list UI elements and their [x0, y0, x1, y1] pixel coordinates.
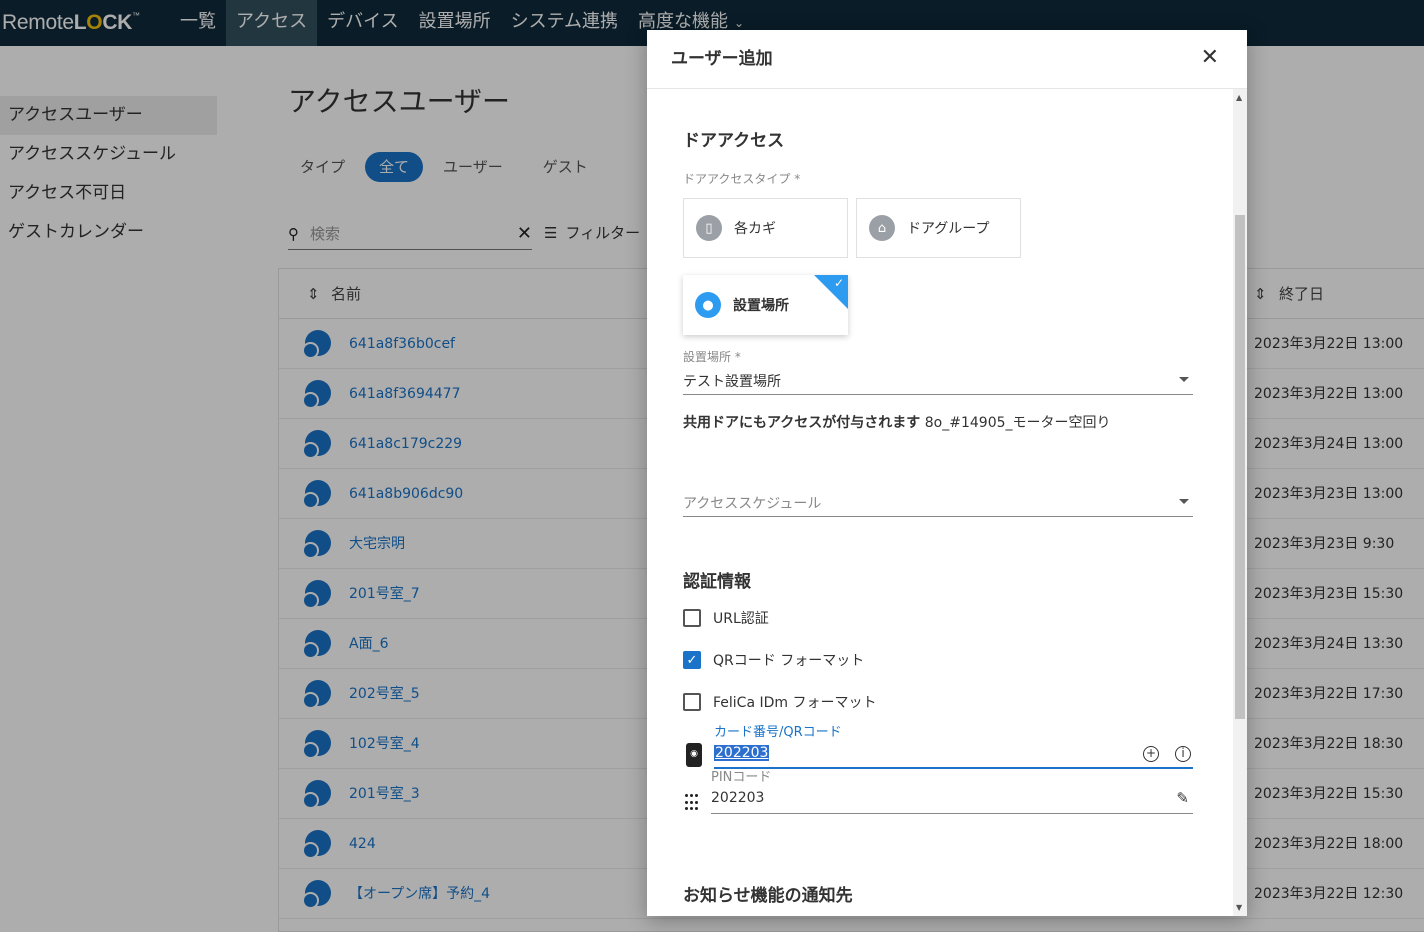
schedule-select[interactable]: アクセススケジュール	[683, 493, 1193, 517]
door-access-title: ドアアクセス	[683, 131, 785, 151]
pin-code-value: 202203	[711, 790, 765, 806]
url-auth-checkbox-row[interactable]: URL認証	[683, 608, 769, 628]
location-value: テスト設置場所	[683, 374, 781, 390]
dropdown-arrow-icon	[1179, 377, 1189, 382]
door-type-location-card[interactable]: ● 設置場所 ✓	[683, 275, 848, 335]
url-auth-label: URL認証	[713, 611, 769, 627]
notification-title: お知らせ機能の通知先	[683, 886, 853, 906]
door-type-lock-label: 各カギ	[734, 221, 776, 237]
qr-format-checkbox[interactable]: ✓	[683, 651, 701, 669]
door-group-icon: ⌂	[869, 215, 895, 241]
dropdown-arrow-icon	[1179, 499, 1189, 504]
door-type-group-card[interactable]: ⌂ ドアグループ	[856, 198, 1021, 258]
pin-code-input[interactable]: 202203 ✎	[711, 786, 1193, 814]
info-icon[interactable]: i	[1175, 746, 1191, 762]
location-select[interactable]: テスト設置場所	[683, 371, 1193, 395]
keypad-icon	[685, 794, 699, 812]
card-number-input[interactable]: 202203 + i	[714, 741, 1193, 769]
scroll-thumb[interactable]	[1235, 215, 1245, 719]
dialog-title: ユーザー追加	[671, 49, 773, 69]
qr-format-checkbox-row[interactable]: ✓ QRコード フォーマット	[683, 650, 864, 670]
felica-checkbox-row[interactable]: FeliCa IDm フォーマット	[683, 692, 876, 712]
add-user-dialog: ユーザー追加 ✕ ▲ ▼ ドアアクセス ドアアクセスタイプ * ▯ 各カギ ⌂ …	[647, 30, 1247, 916]
door-type-group-label: ドアグループ	[907, 221, 990, 237]
lock-icon: ▯	[696, 215, 722, 241]
url-auth-checkbox[interactable]	[683, 609, 701, 627]
door-type-location-label: 設置場所	[733, 298, 789, 314]
shared-door-note-text: 共用ドアにもアクセスが付与されます	[683, 415, 921, 431]
card-reader-icon: ◉	[686, 743, 702, 767]
qr-format-label: QRコード フォーマット	[713, 653, 865, 669]
scroll-up-icon[interactable]: ▲	[1236, 93, 1242, 102]
shared-door-note: 共用ドアにもアクセスが付与されます 8o_#14905_モーター空回り	[683, 412, 1111, 432]
felica-label: FeliCa IDm フォーマット	[713, 695, 877, 711]
door-type-lock-card[interactable]: ▯ 各カギ	[683, 198, 848, 258]
magic-wand-icon[interactable]: ✎	[1176, 789, 1189, 807]
close-icon[interactable]: ✕	[1201, 45, 1219, 70]
felica-checkbox[interactable]	[683, 693, 701, 711]
location-pin-icon: ●	[695, 292, 721, 318]
schedule-placeholder: アクセススケジュール	[683, 496, 822, 512]
pin-code-label: PINコード	[711, 770, 772, 785]
add-icon[interactable]: +	[1143, 746, 1159, 762]
auth-info-title: 認証情報	[683, 572, 751, 592]
dialog-scrollbar[interactable]: ▲ ▼	[1233, 89, 1247, 916]
door-access-type-label: ドアアクセスタイプ *	[683, 172, 801, 186]
location-label: 設置場所 *	[683, 350, 741, 364]
card-number-label: カード番号/QRコード	[714, 725, 842, 740]
card-number-value: 202203	[714, 745, 770, 761]
shared-door-name: 8o_#14905_モーター空回り	[924, 415, 1111, 431]
dialog-header: ユーザー追加 ✕	[647, 30, 1247, 89]
scroll-down-icon[interactable]: ▼	[1236, 903, 1242, 912]
check-icon: ✓	[833, 276, 844, 290]
